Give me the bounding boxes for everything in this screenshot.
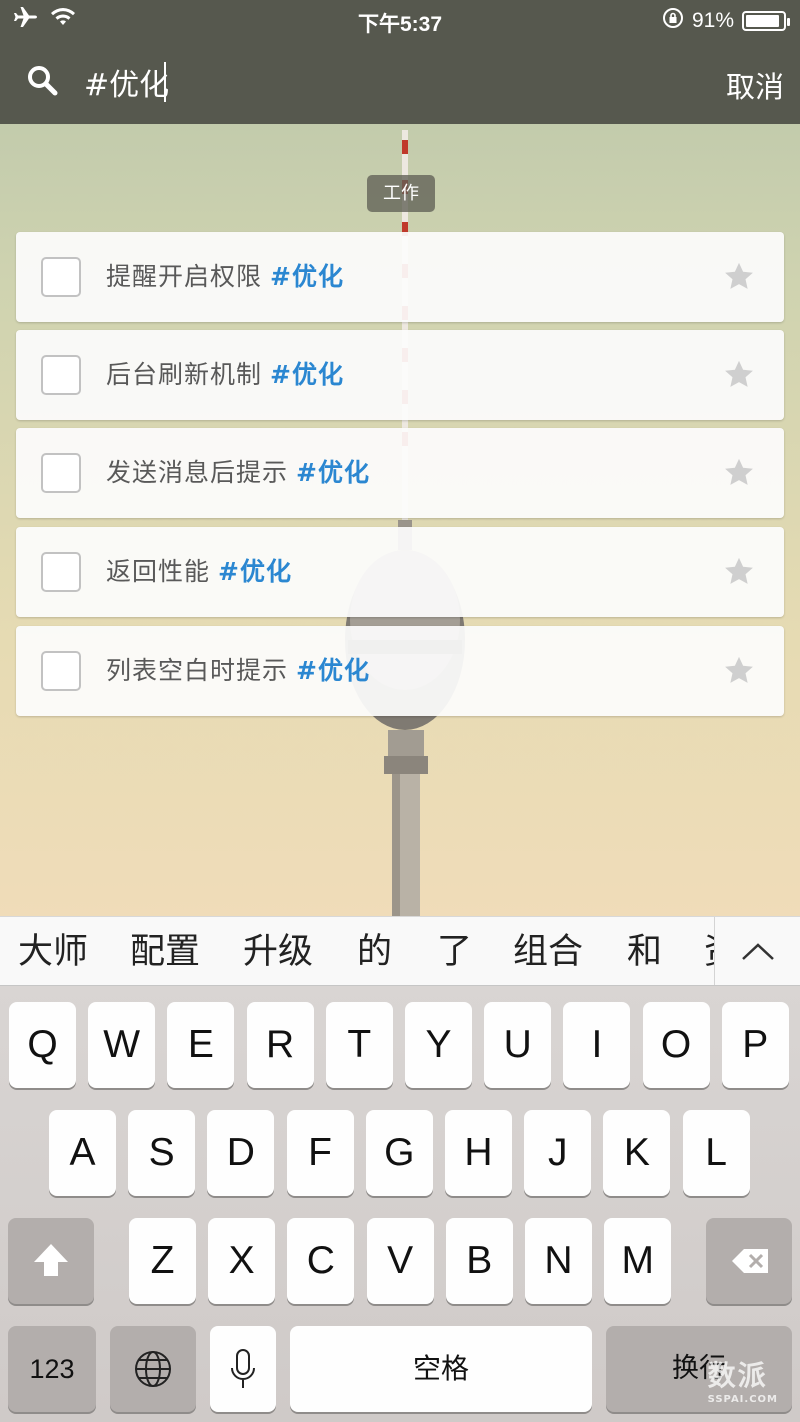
key-b[interactable]: B — [445, 1218, 513, 1304]
key-g[interactable]: G — [365, 1110, 433, 1196]
text-caret — [164, 62, 166, 102]
key-d[interactable]: D — [207, 1110, 275, 1196]
cancel-button[interactable]: 取消 — [726, 64, 784, 106]
globe-key[interactable] — [110, 1326, 196, 1412]
search-row: 取消 — [0, 52, 800, 112]
candidate-word[interactable]: 配置 — [130, 917, 200, 985]
key-i[interactable]: I — [563, 1002, 631, 1088]
task-title: 返回性能 #优化 — [106, 527, 292, 617]
key-a[interactable]: A — [49, 1110, 116, 1196]
status-right: 91% — [662, 7, 790, 35]
battery-icon — [742, 11, 790, 31]
candidate-word[interactable]: 的 — [357, 917, 392, 985]
rotation-lock-icon — [662, 7, 684, 35]
key-r[interactable]: R — [246, 1002, 314, 1088]
task-tag[interactable]: #优化 — [296, 656, 370, 685]
task-title-text: 返回性能 — [106, 557, 211, 586]
task-checkbox[interactable] — [41, 355, 81, 395]
watermark-text: 数派 — [707, 1359, 768, 1392]
globe-icon — [135, 1351, 171, 1387]
battery-percent: 91% — [691, 9, 734, 32]
key-h[interactable]: H — [445, 1110, 512, 1196]
key-o[interactable]: O — [642, 1002, 710, 1088]
backspace-key[interactable] — [706, 1218, 792, 1304]
task-title-text: 列表空白时提示 — [106, 656, 289, 685]
key-q[interactable]: Q — [9, 1002, 76, 1088]
key-x[interactable]: X — [208, 1218, 276, 1304]
task-title: 后台刷新机制 #优化 — [106, 330, 344, 420]
key-z[interactable]: Z — [129, 1218, 196, 1304]
shift-key[interactable] — [8, 1218, 94, 1304]
battery-level — [746, 15, 779, 27]
task-row[interactable]: 返回性能 #优化 — [16, 527, 784, 617]
task-tag[interactable]: #优化 — [270, 360, 344, 389]
key-e[interactable]: E — [167, 1002, 235, 1088]
expand-candidates-button[interactable] — [714, 917, 800, 985]
star-icon[interactable] — [722, 358, 756, 396]
delete-icon — [732, 1249, 768, 1273]
shift-arrow-icon — [34, 1244, 68, 1276]
space-key[interactable]: 空格 — [290, 1326, 592, 1412]
task-row[interactable]: 后台刷新机制 #优化 — [16, 330, 784, 420]
key-p[interactable]: P — [721, 1002, 789, 1088]
key-j[interactable]: J — [524, 1110, 592, 1196]
task-row[interactable]: 提醒开启权限 #优化 — [16, 232, 784, 322]
task-title-text: 后台刷新机制 — [106, 360, 263, 389]
key-l[interactable]: L — [682, 1110, 750, 1196]
keyboard: QWERTYUIOP ASDFGHJKL ZXCVBNM 123 空格 换行 — [0, 986, 800, 1422]
star-icon[interactable] — [722, 654, 756, 692]
task-checkbox[interactable] — [41, 552, 81, 592]
microphone-icon — [231, 1349, 255, 1388]
key-s[interactable]: S — [128, 1110, 196, 1196]
candidate-word[interactable]: 升级 — [243, 917, 313, 985]
task-row[interactable]: 发送消息后提示 #优化 — [16, 428, 784, 518]
candidate-bar: 大师配置升级的了组合和资 — [0, 916, 800, 986]
key-t[interactable]: T — [325, 1002, 393, 1088]
key-m[interactable]: M — [604, 1218, 672, 1304]
task-title-text: 发送消息后提示 — [106, 458, 289, 487]
star-icon[interactable] — [722, 260, 756, 298]
candidate-word[interactable]: 了 — [437, 917, 472, 985]
list-name-badge: 工作 — [367, 175, 435, 212]
candidate-word[interactable]: 大师 — [18, 917, 88, 985]
key-k[interactable]: K — [603, 1110, 671, 1196]
key-n[interactable]: N — [525, 1218, 592, 1304]
watermark-sub: SSPAI.COM — [707, 1394, 778, 1405]
numbers-key[interactable]: 123 — [8, 1326, 96, 1412]
search-icon — [26, 64, 58, 100]
task-row[interactable]: 列表空白时提示 #优化 — [16, 626, 784, 716]
task-tag[interactable]: #优化 — [296, 458, 370, 487]
task-title: 列表空白时提示 #优化 — [106, 626, 370, 716]
task-checkbox[interactable] — [41, 651, 81, 691]
candidate-word[interactable]: 组合 — [513, 917, 583, 985]
task-checkbox[interactable] — [41, 257, 81, 297]
task-checkbox[interactable] — [41, 453, 81, 493]
header-bar: 下午5:37 91% 取消 — [0, 0, 800, 124]
watermark: 数派 SSPAI.COM — [708, 1354, 778, 1405]
key-w[interactable]: W — [88, 1002, 156, 1088]
key-v[interactable]: V — [366, 1218, 434, 1304]
search-input[interactable] — [84, 60, 684, 104]
task-title: 提醒开启权限 #优化 — [106, 232, 344, 322]
key-c[interactable]: C — [287, 1218, 355, 1304]
key-y[interactable]: Y — [405, 1002, 472, 1088]
key-f[interactable]: F — [286, 1110, 354, 1196]
dictation-key[interactable] — [210, 1326, 276, 1412]
status-bar: 下午5:37 91% — [0, 0, 800, 40]
task-tag[interactable]: #优化 — [270, 262, 344, 291]
key-u[interactable]: U — [484, 1002, 552, 1088]
candidate-word[interactable]: 和 — [627, 917, 662, 985]
star-icon[interactable] — [722, 555, 756, 593]
task-tag[interactable]: #优化 — [218, 557, 292, 586]
chevron-up-icon — [742, 943, 774, 960]
task-title: 发送消息后提示 #优化 — [106, 428, 370, 518]
star-icon[interactable] — [722, 456, 756, 494]
task-title-text: 提醒开启权限 — [106, 262, 263, 291]
